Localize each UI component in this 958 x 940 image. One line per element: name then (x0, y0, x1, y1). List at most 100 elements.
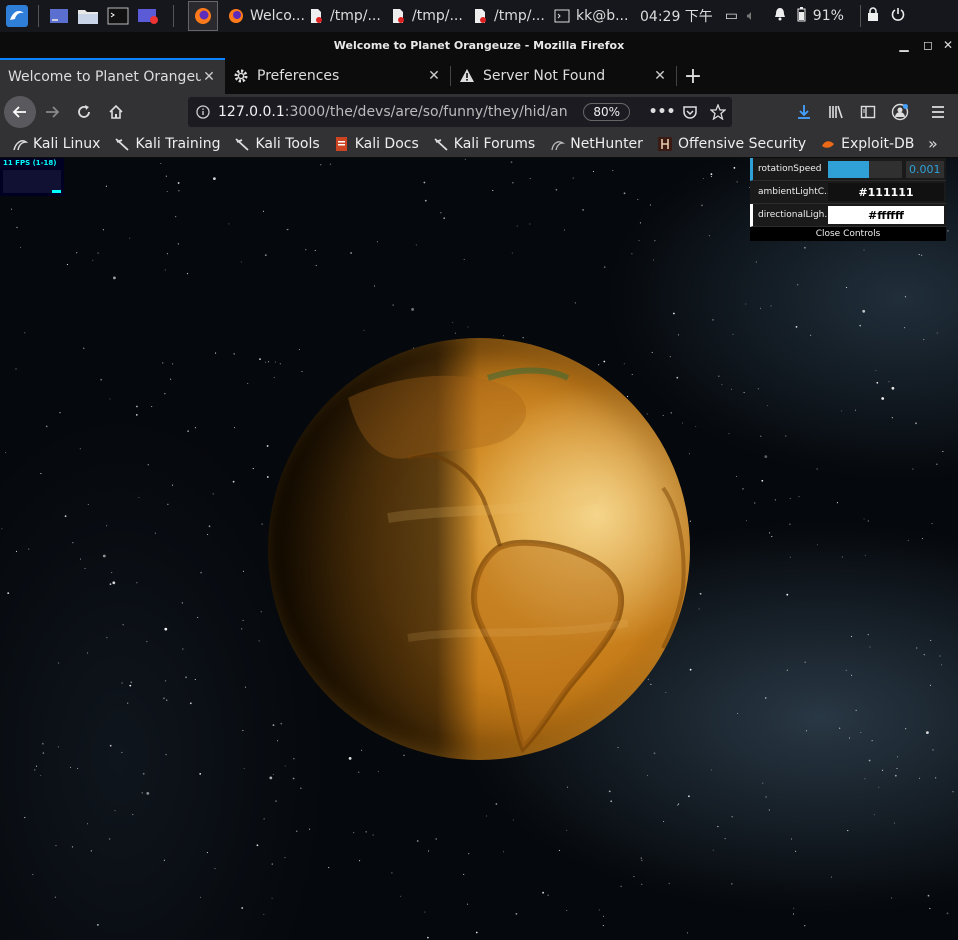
bookmark-exploit-db[interactable]: Exploit-DB (820, 136, 914, 152)
webgl-canvas[interactable]: 11 FPS (1-18) rotationSpeed 0.001 ambien… (0, 158, 958, 940)
star (847, 830, 849, 832)
directional-light-color-picker[interactable]: #ffffff (828, 206, 944, 224)
star (90, 850, 92, 852)
gui-label: ambientLightC... (758, 187, 828, 197)
tab-preferences[interactable]: Preferences ✕ (225, 58, 450, 94)
star (463, 258, 465, 260)
rotation-speed-slider[interactable] (828, 160, 902, 178)
url-bar[interactable]: 127.0.0.1:3000/the/devs/are/so/funny/the… (188, 97, 732, 127)
display-icon[interactable]: ▭ (725, 8, 747, 24)
task-label: Welco... (250, 8, 304, 24)
bookmarks-overflow-button[interactable]: » (928, 134, 938, 153)
file-manager-icon[interactable] (73, 4, 103, 28)
bookmark-label: Kali Docs (354, 135, 419, 152)
new-tab-button[interactable]: + (677, 58, 709, 94)
star (163, 859, 165, 861)
star (206, 852, 208, 854)
star (146, 792, 150, 795)
fps-counter: 11 FPS (1-18) (3, 159, 57, 167)
fps-stats-panel[interactable]: 11 FPS (1-18) (0, 158, 64, 196)
bookmark-nethunter[interactable]: NetHunter (549, 136, 643, 152)
rotation-speed-input[interactable]: 0.001 (906, 160, 944, 178)
volume-icon[interactable]: 🔈︎ (747, 8, 773, 24)
tab-welcome[interactable]: Welcome to Planet Orangeuze ✕ (0, 58, 225, 94)
bookmark-kali-linux[interactable]: Kali Linux (12, 136, 100, 152)
star (261, 523, 263, 525)
bookmark-label: Exploit-DB (841, 135, 915, 152)
page-actions-icon[interactable]: ••• (648, 104, 676, 120)
taskbar-task-document[interactable]: /tmp/... (386, 0, 468, 32)
star (241, 907, 244, 909)
sidebar-button[interactable] (852, 96, 884, 128)
star (353, 832, 355, 834)
show-desktop-icon[interactable] (45, 4, 73, 28)
star (189, 702, 192, 705)
star (931, 523, 933, 525)
account-button[interactable] (884, 96, 916, 128)
kali-dragon-icon (115, 137, 130, 151)
star (804, 925, 806, 927)
taskbar-task-document[interactable]: /tmp/... (468, 0, 550, 32)
star (256, 844, 259, 847)
star (940, 664, 943, 666)
battery-icon[interactable] (797, 6, 813, 26)
logout-icon[interactable] (891, 7, 911, 25)
bookmark-kali-docs[interactable]: Kali Docs (334, 136, 419, 152)
star (761, 479, 764, 482)
taskbar-separator (38, 5, 39, 27)
star (492, 189, 494, 191)
star (912, 468, 914, 470)
close-window-button[interactable]: ✕ (936, 32, 958, 58)
bookmark-kali-tools[interactable]: Kali Tools (234, 136, 320, 152)
close-icon[interactable]: ✕ (201, 69, 217, 85)
library-button[interactable] (820, 96, 852, 128)
info-icon[interactable] (188, 105, 218, 119)
star (24, 817, 26, 819)
bookmark-kali-forums[interactable]: Kali Forums (433, 136, 535, 152)
bookmark-label: Offensive Security (677, 135, 807, 152)
terminal-launcher-icon[interactable] (103, 4, 133, 28)
star (896, 767, 898, 770)
app-menu-button[interactable] (922, 96, 954, 128)
screen-recorder-icon[interactable] (133, 4, 163, 28)
notification-bell-icon[interactable] (773, 7, 797, 25)
zoom-reset-button[interactable]: 80% (583, 103, 630, 121)
forward-button[interactable] (36, 96, 68, 128)
close-icon[interactable]: ✕ (652, 68, 668, 84)
minimize-button[interactable]: ▁ (892, 32, 916, 58)
kali-menu-icon[interactable] (2, 4, 32, 28)
star (929, 908, 931, 910)
lock-icon[interactable] (867, 7, 891, 25)
close-controls-button[interactable]: Close Controls (750, 227, 946, 241)
taskbar-task-terminal[interactable]: kk@b... (550, 0, 632, 32)
close-icon[interactable]: ✕ (426, 68, 442, 84)
downloads-button[interactable] (788, 96, 820, 128)
tab-server-not-found[interactable]: Server Not Found ✕ (451, 58, 676, 94)
star (106, 525, 108, 527)
pocket-icon[interactable] (676, 104, 704, 120)
star (512, 819, 514, 821)
star (867, 634, 869, 636)
bookmark-star-icon[interactable] (704, 104, 732, 120)
star (258, 640, 260, 642)
star (16, 226, 18, 228)
back-button[interactable] (4, 96, 36, 128)
star (79, 558, 82, 560)
taskbar-task-document[interactable]: /tmp/... (304, 0, 386, 32)
bookmark-offensive-security[interactable]: Offensive Security (657, 136, 806, 152)
star (197, 616, 199, 618)
star (162, 362, 164, 364)
ambient-light-color-picker[interactable]: #111111 (828, 183, 944, 201)
home-button[interactable] (100, 96, 132, 128)
star (372, 834, 374, 836)
reload-button[interactable] (68, 96, 100, 128)
star (260, 611, 262, 613)
url-text[interactable]: 127.0.0.1:3000/the/devs/are/so/funny/the… (218, 104, 583, 120)
taskbar-task-firefox[interactable]: Welco... (224, 0, 304, 32)
active-firefox-launcher[interactable] (188, 1, 218, 31)
bookmark-kali-training[interactable]: Kali Training (114, 136, 220, 152)
star (542, 891, 544, 894)
dat-gui-panel: rotationSpeed 0.001 ambientLightC... #11… (750, 158, 946, 241)
clock[interactable]: 04:29 下午 (640, 6, 713, 26)
star (160, 162, 162, 165)
